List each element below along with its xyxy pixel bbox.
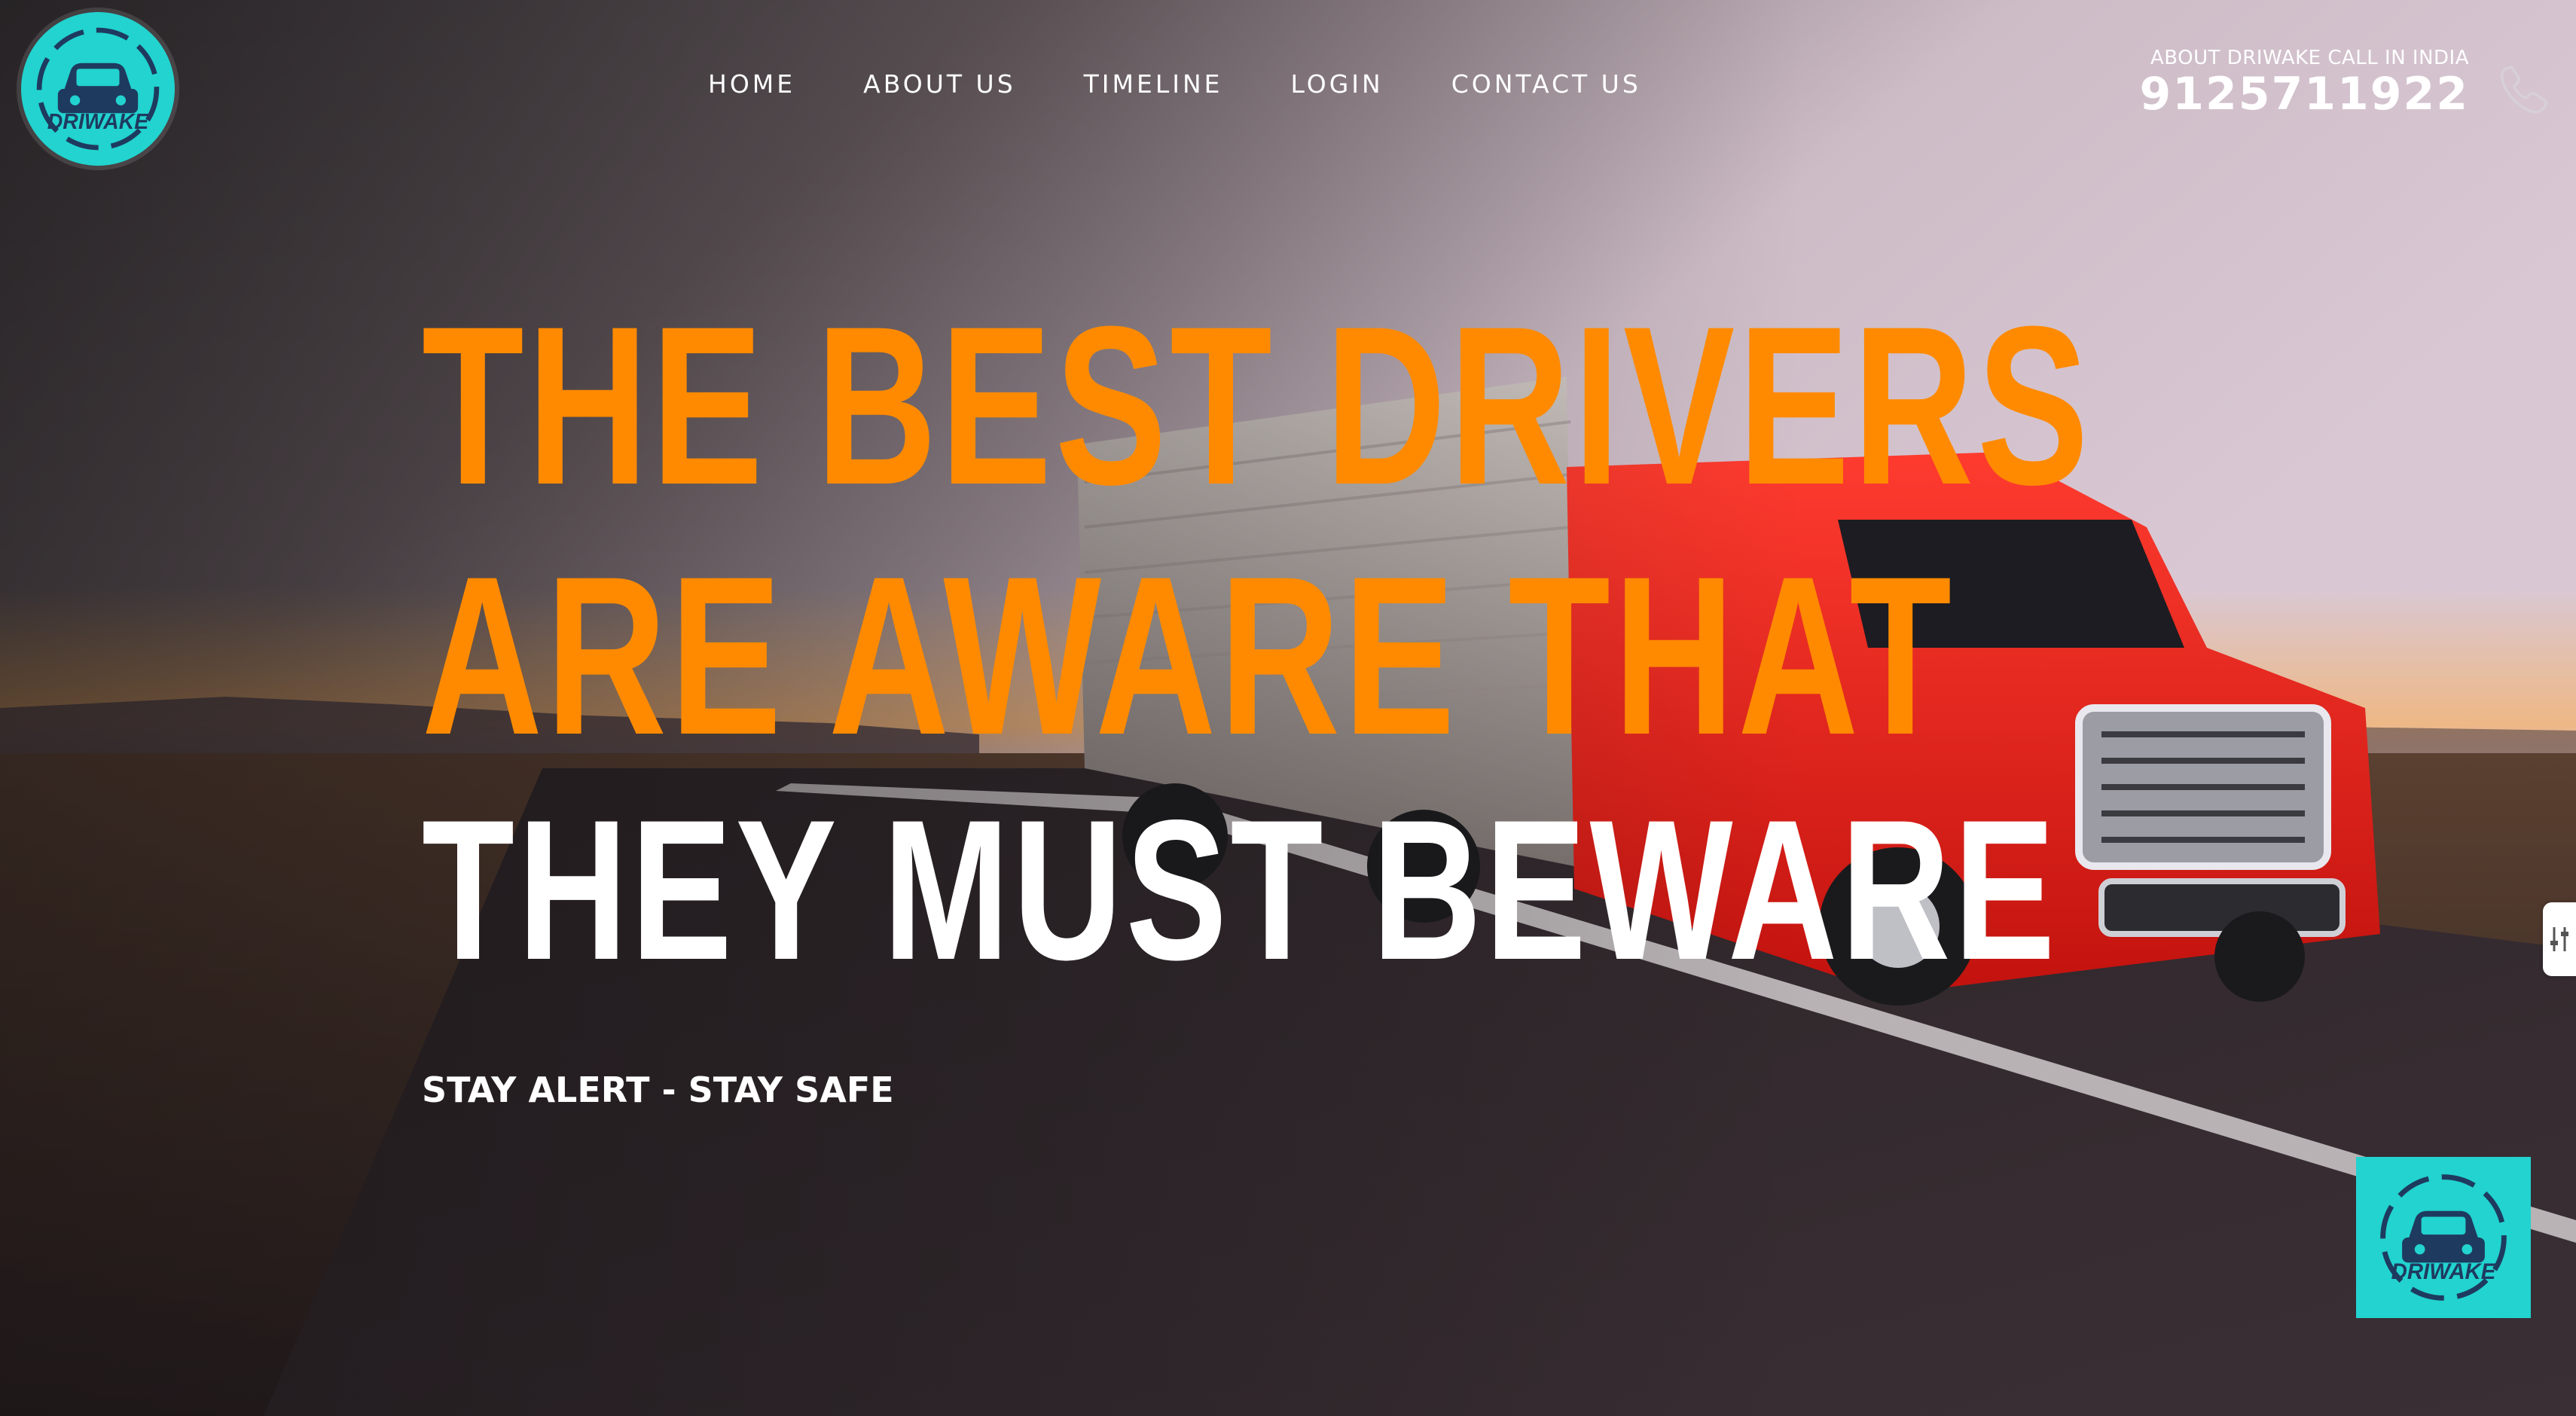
contact-block: ABOUT DRIWAKE CALL IN INDIA 9125711922: [2140, 47, 2469, 119]
hero-section: DRIWAKE HOME ABOUT US TIMELINE LOGIN CON…: [0, 0, 2576, 1416]
side-settings-tab[interactable]: [2543, 902, 2576, 976]
driwake-logo-icon: DRIWAKE: [2380, 1174, 2507, 1301]
nav-about-us[interactable]: ABOUT US: [863, 69, 1016, 99]
contact-phone-number[interactable]: 9125711922: [2140, 69, 2469, 119]
nav-login[interactable]: LOGIN: [1291, 69, 1384, 99]
floating-brand-badge[interactable]: DRIWAKE: [2356, 1157, 2531, 1318]
hero-tagline: STAY ALERT - STAY SAFE: [422, 1070, 894, 1110]
nav-timeline[interactable]: TIMELINE: [1084, 69, 1223, 99]
nav-contact-us[interactable]: CONTACT US: [1451, 69, 1641, 99]
hero-headline-line-1: THE BEST DRIVERS: [422, 279, 2092, 532]
nav-home[interactable]: HOME: [708, 69, 795, 99]
logo-text: DRIWAKE: [47, 110, 150, 134]
hero-headline-line-2: ARE AWARE THAT: [422, 529, 1955, 782]
phone-icon[interactable]: [2496, 62, 2550, 116]
hero-headline-line-3: THEY MUST BEWARE: [422, 779, 2059, 1002]
driwake-logo-icon: DRIWAKE: [36, 27, 160, 151]
badge-logo-text: DRIWAKE: [2391, 1259, 2497, 1284]
contact-caption: ABOUT DRIWAKE CALL IN INDIA: [2150, 47, 2469, 69]
main-nav: HOME ABOUT US TIMELINE LOGIN CONTACT US: [708, 69, 1641, 99]
site-logo[interactable]: DRIWAKE: [21, 12, 175, 166]
sliders-icon: [2550, 927, 2568, 951]
